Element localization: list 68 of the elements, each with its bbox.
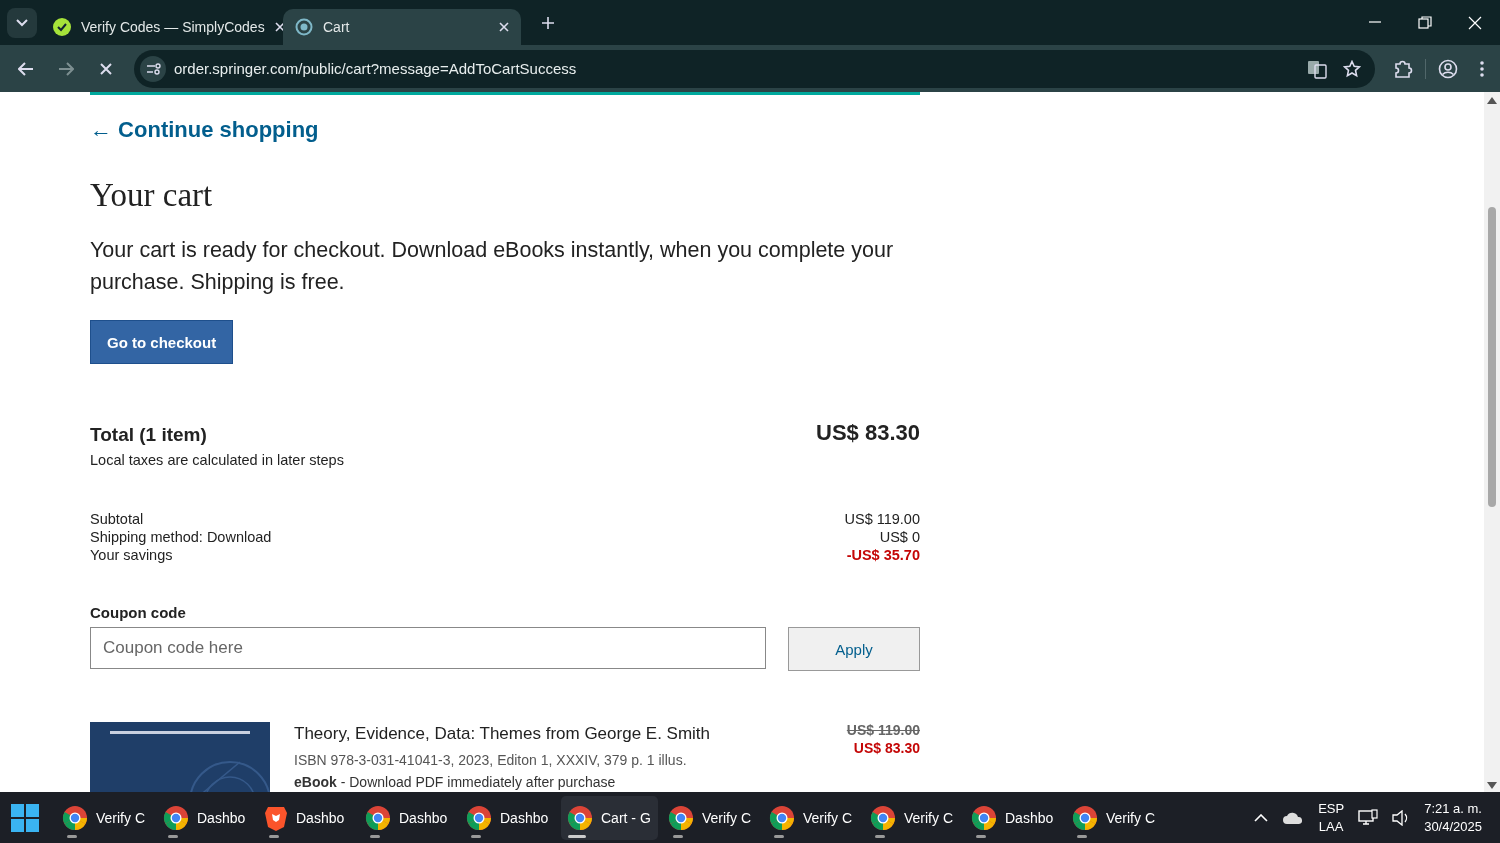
lion-shield-icon (264, 804, 288, 831)
summary-label: Shipping method: Download (90, 528, 272, 546)
original-price: US$ 119.00 (846, 722, 920, 738)
apply-button[interactable]: Apply (788, 627, 920, 671)
taskbar-app[interactable]: Cart - G (561, 795, 658, 840)
taskbar-app[interactable]: Verify C (1066, 795, 1163, 840)
browser-icon (769, 804, 795, 831)
browser-icon (466, 804, 492, 831)
taskbar-app[interactable]: Dashbo (258, 795, 355, 840)
close-icon[interactable] (499, 22, 509, 32)
chevron-down-icon (16, 19, 28, 27)
forward-arrow-icon (58, 61, 74, 76)
book-format: eBook - Download PDF immediately after purchase (294, 774, 617, 790)
clock[interactable]: 7:21 a. m. 30/4/2025 (1424, 799, 1482, 836)
browser-icon (62, 804, 88, 831)
browser-icon (567, 804, 593, 831)
total-price: US$ 83.30 (816, 420, 920, 446)
windows-start-icon[interactable] (11, 803, 39, 832)
book-details: ISBN 978-3-031-41041-3, 2023, Editon 1, XXXIV, 379 p. 1 illus. (294, 752, 688, 768)
plus-icon[interactable] (541, 16, 555, 30)
total-label: Total (1 item) (90, 424, 207, 446)
back-arrow-icon[interactable] (18, 61, 34, 76)
book-title[interactable]: Theory, Evidence, Data: Themes from George E. Smith (294, 724, 823, 744)
coupon-label: Coupon code (90, 604, 187, 621)
cloud-icon[interactable] (1282, 810, 1305, 825)
browser-tab[interactable]: Cart (283, 9, 521, 45)
continue-shopping-link[interactable]: ← Continue shopping (90, 117, 920, 143)
tab-list-button[interactable] (7, 8, 37, 38)
checkout-button[interactable]: Go to checkout (90, 320, 234, 364)
summary-value: -US$ 35.70 (846, 546, 920, 564)
network-icon[interactable] (1358, 808, 1379, 827)
taskbar-app[interactable]: Dashbo (157, 795, 254, 840)
restore-icon[interactable] (1418, 15, 1432, 30)
star-icon[interactable] (1343, 59, 1361, 78)
coupon-input-field[interactable]: Coupon code here (90, 627, 766, 669)
browser-icon (870, 804, 896, 831)
summary-value: US$ 119.00 (844, 510, 920, 528)
taskbar-app[interactable]: Dashbo (460, 795, 557, 840)
site-settings-icon[interactable] (140, 55, 166, 82)
taskbar-app[interactable]: Verify C (662, 795, 759, 840)
stop-icon[interactable] (100, 62, 112, 75)
page-heading: Your cart (90, 177, 214, 214)
puzzle-piece-icon[interactable] (1393, 58, 1413, 79)
scrollbar[interactable] (1484, 92, 1500, 792)
cart-intro-text: Your cart is ready for checkout. Download eBooks instantly, when you complete your purchase. Shipping is free. (90, 237, 895, 296)
taskbar-app[interactable]: Verify C (763, 795, 860, 840)
summary-value: US$ 0 (879, 528, 920, 546)
taskbar-app[interactable]: Dashbo (965, 795, 1062, 840)
close-icon[interactable] (274, 22, 285, 32)
browser-icon (163, 804, 189, 831)
profile-icon[interactable] (1438, 58, 1458, 79)
globe-icon (295, 18, 313, 36)
browser-tab[interactable]: Verify Codes — SimplyCodes (41, 9, 279, 45)
browser-icon (365, 804, 391, 831)
taskbar-app[interactable]: Dashbo (359, 795, 456, 840)
browser-icon (668, 804, 694, 831)
summary-label: Your savings (90, 546, 173, 564)
sale-price: US$ 83.30 (852, 740, 920, 756)
browser-icon (1072, 804, 1098, 831)
checkmark-logo-icon (53, 18, 71, 36)
taskbar-app[interactable]: Verify C (864, 795, 961, 840)
tax-note: Local taxes are calculated in later steps (90, 452, 345, 468)
input-language-indicator[interactable]: ESP LAA (1318, 799, 1345, 836)
browser-icon (971, 804, 997, 831)
summary-label: Subtotal (90, 510, 144, 528)
taskbar-app[interactable]: Verify C (56, 795, 153, 840)
translate-icon[interactable] (1307, 58, 1327, 79)
chevron-up-icon[interactable] (1254, 813, 1269, 822)
